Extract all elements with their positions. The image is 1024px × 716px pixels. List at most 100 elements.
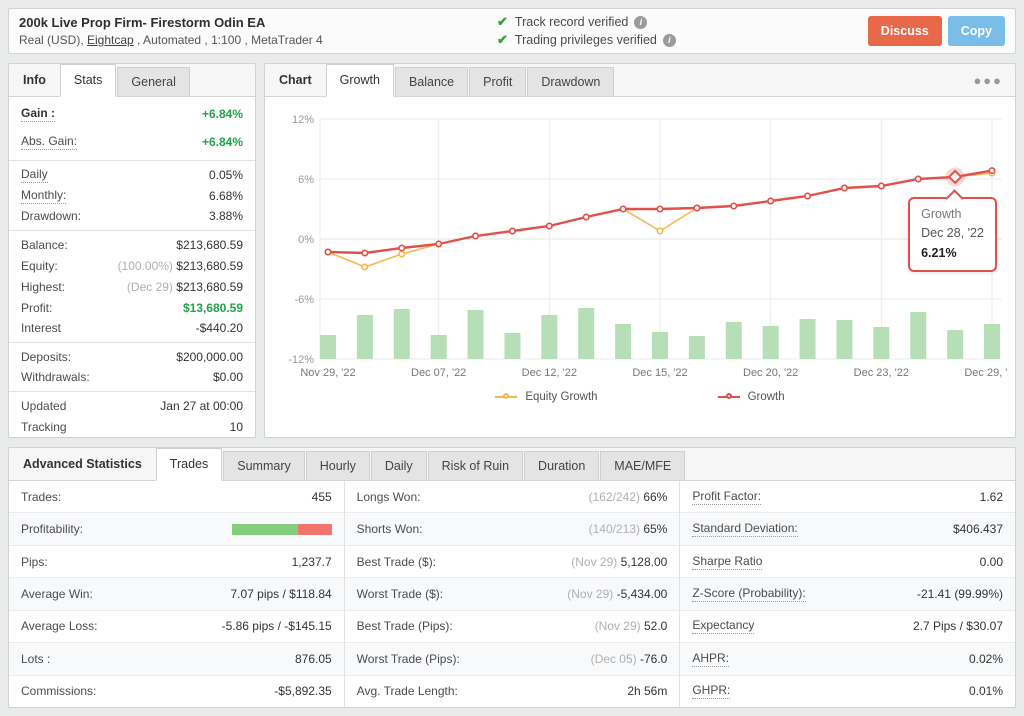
legend-equity-growth[interactable]: Equity Growth <box>495 391 597 403</box>
table-row-value: -5.86 pips / -$145.15 <box>222 619 332 633</box>
info-icon[interactable]: i <box>663 34 676 47</box>
tab-stats[interactable]: Stats <box>60 64 117 97</box>
stat-value: 0.05% <box>209 168 243 182</box>
x-tick-label: Dec 23, '22 <box>854 367 909 379</box>
data-point-growth <box>325 249 330 254</box>
stat-value: 10 <box>230 420 243 434</box>
data-point-growth <box>510 228 515 233</box>
stat-label: Equity: <box>21 259 58 273</box>
table-row-label: Profitability: <box>21 522 83 536</box>
legend-swatch-growth <box>718 396 740 398</box>
tab-general[interactable]: General <box>117 67 189 96</box>
table-row-label: Best Trade ($): <box>357 555 436 569</box>
table-row-label: Sharpe Ratio <box>692 554 762 570</box>
stat-value: +6.84% <box>202 107 243 121</box>
stat-label: Gain : <box>21 106 55 122</box>
volume-bar <box>726 322 742 359</box>
stat-row: UpdatedJan 27 at 00:00 <box>9 395 255 416</box>
table-row: Pips:1,237.7 <box>9 546 344 578</box>
stat-value: 3.88% <box>209 209 243 223</box>
broker-link[interactable]: Eightcap <box>87 33 134 47</box>
volume-bar <box>615 324 631 359</box>
verified-check-icon: ✔ <box>497 14 508 30</box>
table-row: Z-Score (Probability):-21.41 (99.99%) <box>680 578 1015 610</box>
table-value-muted: (162/242) <box>589 490 644 504</box>
table-row-value: (140/213) 65% <box>589 522 668 536</box>
tab-drawdown[interactable]: Drawdown <box>527 67 614 96</box>
data-point-growth <box>436 241 441 246</box>
legend-growth[interactable]: Growth <box>718 391 785 403</box>
stat-value: $200,000.00 <box>176 350 243 364</box>
stat-value: -$440.20 <box>196 321 243 335</box>
copy-button[interactable]: Copy <box>948 16 1005 46</box>
stat-label: Deposits: <box>21 350 71 364</box>
volume-bar <box>504 333 520 359</box>
panel-title-chart: Chart <box>265 64 326 96</box>
discuss-button[interactable]: Discuss <box>868 16 942 46</box>
stat-label: Highest: <box>21 280 65 294</box>
info-icon[interactable]: i <box>634 16 647 29</box>
tooltip-series-name: Growth <box>921 205 984 224</box>
data-point-growth <box>805 193 810 198</box>
table-row-value: 1.62 <box>980 490 1003 504</box>
legend-label: Equity Growth <box>525 391 597 403</box>
panel-title-info: Info <box>9 64 60 96</box>
tab-growth[interactable]: Growth <box>326 64 394 97</box>
stat-row: Monthly:6.68% <box>9 185 255 206</box>
chart-tooltip: Growth Dec 28, '22 6.21% <box>908 197 997 272</box>
stat-row: Interest -$440.20 <box>9 318 255 343</box>
data-point-growth <box>731 203 736 208</box>
tab-hourly[interactable]: Hourly <box>306 451 370 480</box>
tab-mae-mfe[interactable]: MAE/MFE <box>600 451 685 480</box>
table-row-label: Average Loss: <box>21 619 98 633</box>
tab-duration[interactable]: Duration <box>524 451 599 480</box>
tab-daily[interactable]: Daily <box>371 451 427 480</box>
table-row-value: $406.437 <box>953 522 1003 536</box>
table-row: Shorts Won:(140/213) 65% <box>345 513 680 545</box>
table-row: Worst Trade (Pips):(Dec 05) -76.0 <box>345 643 680 675</box>
tab-balance[interactable]: Balance <box>395 67 468 96</box>
panel-title-advanced-statistics: Advanced Statistics <box>9 448 156 480</box>
y-tick-label: 12% <box>292 114 314 126</box>
profitability-loss-segment <box>298 524 332 535</box>
data-point-growth <box>694 205 699 210</box>
tab-risk-of-ruin[interactable]: Risk of Ruin <box>428 451 523 480</box>
main-row: InfoStatsGeneral Gain : +6.84% Abs. Gain:+… <box>8 63 1016 438</box>
tooltip-value: 6.21% <box>921 244 984 263</box>
table-row: Best Trade ($):(Nov 29) 5,128.00 <box>345 546 680 578</box>
chart-panel: ChartGrowthBalanceProfitDrawdown●●● 12%6… <box>264 63 1016 438</box>
table-row-label: Average Win: <box>21 587 93 601</box>
table-row-label: Standard Deviation: <box>692 521 797 537</box>
volume-bar <box>763 326 779 359</box>
table-row-label: Lots : <box>21 652 50 666</box>
tab-trades[interactable]: Trades <box>156 448 222 481</box>
stat-value: $0.00 <box>213 370 243 384</box>
data-point-growth <box>842 185 847 190</box>
table-row: Average Win:7.07 pips / $118.84 <box>9 578 344 610</box>
page-title: 200k Live Prop Firm- Firestorm Odin EA <box>19 15 497 30</box>
stat-label: Daily <box>21 167 48 183</box>
verified-check-icon: ✔ <box>497 32 508 48</box>
table-row-value: 0.01% <box>969 684 1003 698</box>
stats-column: Longs Won:(162/242) 66%Shorts Won:(140/2… <box>345 481 681 707</box>
volume-bar <box>800 319 816 359</box>
table-row-label: Commissions: <box>21 684 96 698</box>
stat-row: Deposits: $200,000.00 <box>9 346 255 367</box>
stats-summary-list: Gain : +6.84% Abs. Gain:+6.84% Daily 0.05% Mo… <box>9 97 255 437</box>
tab-profit[interactable]: Profit <box>469 67 526 96</box>
subtitle-suffix: , Automated , 1:100 , MetaTrader 4 <box>134 33 323 47</box>
stat-label: Interest <box>21 321 61 335</box>
table-row-label: Pips: <box>21 555 48 569</box>
volume-bar <box>984 324 1000 359</box>
account-subtitle: Real (USD), Eightcap , Automated , 1:100… <box>19 33 497 47</box>
tooltip-date: Dec 28, '22 <box>921 224 984 243</box>
table-row-value: 2h 56m <box>627 684 667 698</box>
stat-row: Abs. Gain:+6.84% <box>9 128 255 161</box>
tab-summary[interactable]: Summary <box>223 451 304 480</box>
growth-chart-svg[interactable]: 12%6%0%-6%-12%Nov 29, '22Dec 07, '22Dec … <box>272 105 1008 381</box>
growth-chart[interactable]: 12%6%0%-6%-12%Nov 29, '22Dec 07, '22Dec … <box>272 105 1008 384</box>
table-row-label: GHPR: <box>692 683 730 699</box>
more-options-icon[interactable]: ●●● <box>961 66 1015 96</box>
x-tick-label: Dec 20, '22 <box>743 367 798 379</box>
stat-row: Equity:(100.00%) $213,680.59 <box>9 255 255 276</box>
